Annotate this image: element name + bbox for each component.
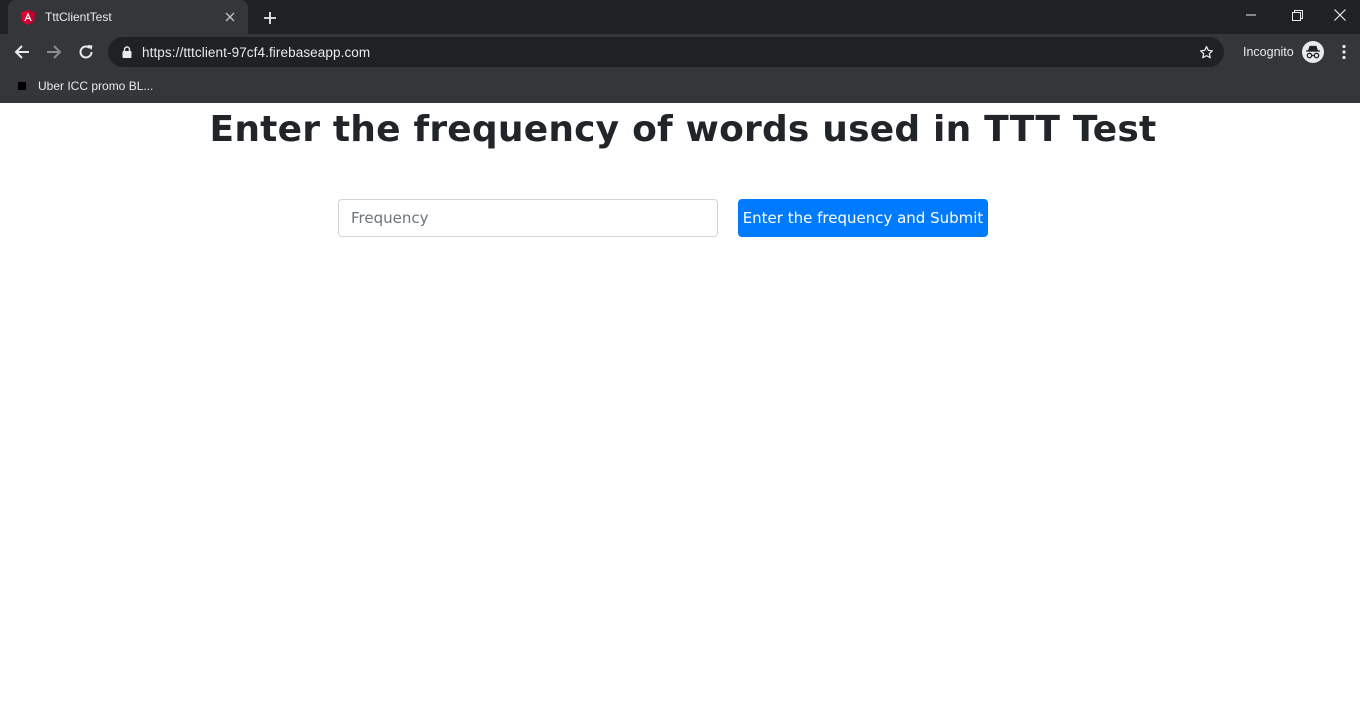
lock-icon: [120, 45, 134, 59]
page-title: Enter the frequency of words used in TTT…: [209, 109, 1157, 150]
reload-icon[interactable]: [74, 40, 98, 64]
submit-button[interactable]: Enter the frequency and Submit: [738, 199, 988, 237]
frequency-input[interactable]: [338, 199, 718, 237]
incognito-indicator[interactable]: Incognito: [1243, 40, 1324, 64]
address-bar[interactable]: https://tttclient-97cf4.firebaseapp.com: [108, 37, 1224, 67]
restore-button[interactable]: [1274, 0, 1320, 30]
window-close-button[interactable]: [1320, 0, 1360, 30]
url-text: https://tttclient-97cf4.firebaseapp.com: [142, 44, 371, 60]
back-arrow-icon[interactable]: [10, 40, 34, 64]
bookmark-label: Uber ICC promo BL...: [38, 79, 154, 93]
angular-icon: [20, 9, 36, 25]
forward-arrow-icon[interactable]: [42, 40, 66, 64]
bookmark-item[interactable]: Uber ICC promo BL...: [12, 75, 159, 97]
page-content: Enter the frequency of words used in TTT…: [0, 103, 1360, 724]
bookmark-favicon-icon: [18, 82, 26, 90]
menu-dots-icon[interactable]: [1336, 42, 1352, 62]
bookmark-star-icon[interactable]: [1198, 44, 1214, 60]
incognito-label: Incognito: [1243, 45, 1294, 59]
minimize-button[interactable]: [1228, 0, 1274, 30]
close-icon[interactable]: [222, 9, 238, 25]
tab-title: TttClientTest: [45, 10, 112, 24]
browser-tab[interactable]: TttClientTest: [8, 0, 248, 34]
browser-chrome: TttClientTest https://tttclient-97cf4.fi…: [0, 0, 1360, 103]
new-tab-button[interactable]: [260, 8, 280, 28]
incognito-icon: [1301, 41, 1324, 63]
tab-strip: TttClientTest: [0, 0, 1360, 34]
bookmarks-bar: Uber ICC promo BL...: [0, 70, 1360, 103]
browser-toolbar: https://tttclient-97cf4.firebaseapp.com …: [0, 34, 1360, 70]
